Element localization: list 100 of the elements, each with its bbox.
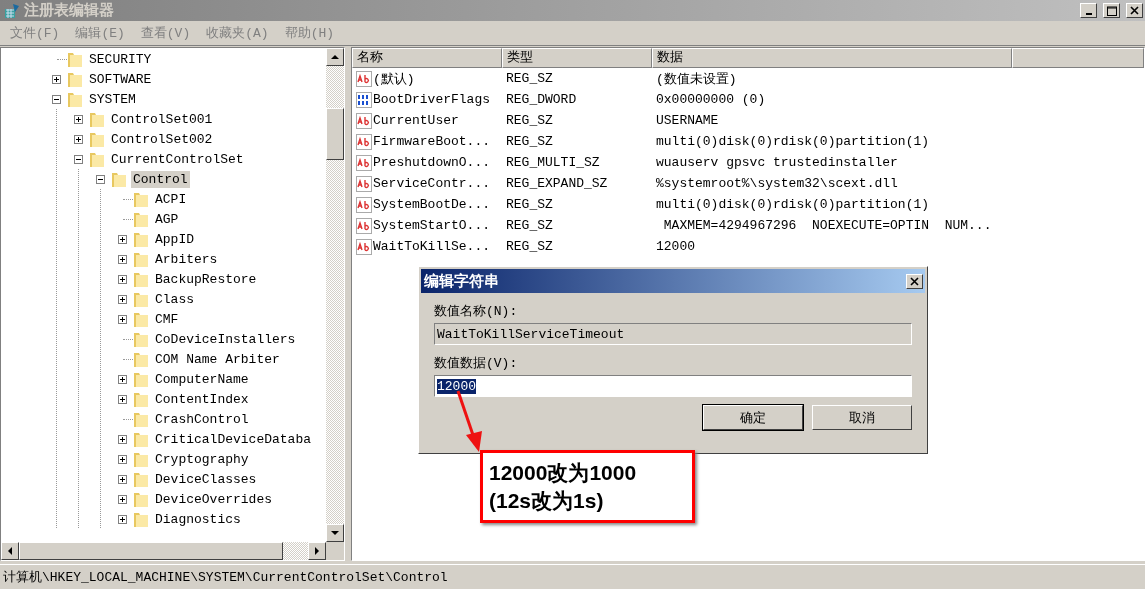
expand-toggle[interactable] [117,294,127,304]
column-header[interactable]: 名称 [352,48,502,68]
value-name[interactable]: CurrentUser [373,113,459,128]
value-name[interactable]: BootDriverFlags [373,92,491,107]
value-name-field[interactable]: WaitToKillServiceTimeout [434,323,912,345]
down-arrow-icon [331,529,339,537]
close-button[interactable] [1126,3,1143,18]
string-value-icon [356,196,372,213]
string-value-icon [356,112,372,129]
folder-icon [133,310,149,328]
tree-item[interactable]: CriticalDeviceDataba [153,430,314,448]
expand-toggle[interactable] [117,454,127,464]
value-name[interactable]: FirmwareBoot... [373,134,491,149]
tree-item[interactable]: SYSTEM [87,90,138,108]
expand-toggle[interactable] [117,514,127,524]
value-name[interactable]: ServiceContr... [373,176,491,191]
value-data: multi(0)disk(0)rdisk(0)partition(1) [655,134,931,149]
tree-item[interactable]: SOFTWARE [87,70,154,88]
tree-item[interactable]: CoDeviceInstallers [153,330,298,348]
tree-item[interactable]: ComputerName [153,370,251,388]
expand-toggle[interactable] [117,234,127,244]
expand-toggle[interactable] [117,494,127,504]
tree-item[interactable]: Class [153,290,196,308]
folder-icon [89,110,105,128]
folder-icon [133,370,149,388]
expand-toggle[interactable] [73,114,83,124]
expand-toggle[interactable] [73,134,83,144]
tree-item[interactable]: CMF [153,310,181,328]
value-data-field[interactable]: 12000 [434,375,912,397]
tree-item[interactable]: COM Name Arbiter [153,350,282,368]
value-type: REG_DWORD [505,92,578,107]
up-arrow-icon [331,53,339,61]
string-value-icon [356,70,372,87]
value-type: REG_MULTI_SZ [505,155,601,170]
column-header[interactable]: 数据 [652,48,1012,68]
annotation-text: (12s改为1s) [489,488,605,514]
window-title: 注册表编辑器 [24,1,115,20]
expand-toggle[interactable] [117,474,127,484]
value-data: MAXMEM=4294967296 NOEXECUTE=OPTIN NUM... [662,218,993,233]
expand-toggle[interactable] [51,74,61,84]
tree-item[interactable]: AppID [153,230,196,248]
tree-item[interactable]: CurrentControlSet [109,150,246,168]
registry-app-icon [4,2,20,19]
minimize-button[interactable] [1080,3,1097,18]
string-value-icon [356,217,372,234]
expand-toggle[interactable] [117,274,127,284]
scroll-thumb[interactable] [326,108,344,160]
expand-toggle[interactable] [117,314,127,324]
ok-button[interactable]: 确定 [703,405,803,430]
folder-icon [133,190,149,208]
tree-item[interactable]: Diagnostics [153,510,243,528]
maximize-button[interactable] [1103,3,1120,18]
tree-item[interactable]: DeviceClasses [153,470,259,488]
folder-icon [133,430,149,448]
value-type: REG_SZ [505,239,554,254]
expand-toggle[interactable] [117,374,127,384]
value-name[interactable]: SystemBootDe... [373,197,491,212]
tree-item[interactable]: BackupRestore [153,270,259,288]
column-header[interactable]: 类型 [502,48,652,68]
expand-toggle[interactable] [117,254,127,264]
tree-item[interactable]: SECURITY [87,50,154,68]
horizontal-scrollbar[interactable] [1,542,326,560]
expand-toggle[interactable] [117,394,127,404]
value-type: REG_SZ [505,113,554,128]
tree-item[interactable]: AGP [153,210,181,228]
value-name[interactable]: WaitToKillSe... [373,239,491,254]
cancel-button[interactable]: 取消 [812,405,912,430]
value-data: %systemroot%\system32\scext.dll [655,176,899,191]
tree-item[interactable]: ControlSet001 [109,110,215,128]
tree-item[interactable]: DeviceOverrides [153,490,275,508]
folder-icon [67,90,83,108]
expand-toggle[interactable] [117,434,127,444]
folder-icon [133,450,149,468]
field-label: 数值数据(V): [434,355,519,373]
value-name[interactable]: PreshutdownO... [373,155,491,170]
folder-icon [133,490,149,508]
tree-item[interactable]: Cryptography [153,450,251,468]
tree-item[interactable]: ContentIndex [153,390,251,408]
tree-item[interactable]: ControlSet002 [109,130,215,148]
collapse-toggle[interactable] [51,94,61,104]
value-data: USERNAME [655,113,720,128]
value-data: 0x00000000 (0) [655,92,767,107]
value-name[interactable]: SystemStartO... [373,218,491,233]
tree-item[interactable]: Control [131,170,190,188]
tree-item[interactable]: CrashControl [153,410,251,428]
collapse-toggle[interactable] [73,154,83,164]
value-name[interactable]: (默认) [373,69,415,88]
tree-item[interactable]: ACPI [153,190,189,208]
folder-icon [133,510,149,528]
field-label: 数值名称(N): [434,303,519,321]
scroll-thumb[interactable] [19,542,283,560]
collapse-toggle[interactable] [95,174,105,184]
left-arrow-icon [6,547,14,555]
folder-icon [133,410,149,428]
binary-value-icon [356,91,372,108]
vertical-scrollbar[interactable] [326,48,344,542]
close-button[interactable] [906,273,923,289]
tree-item[interactable]: Arbiters [153,250,220,268]
value-type: REG_SZ [505,134,554,149]
dialog-title: 编辑字符串 [424,271,499,291]
